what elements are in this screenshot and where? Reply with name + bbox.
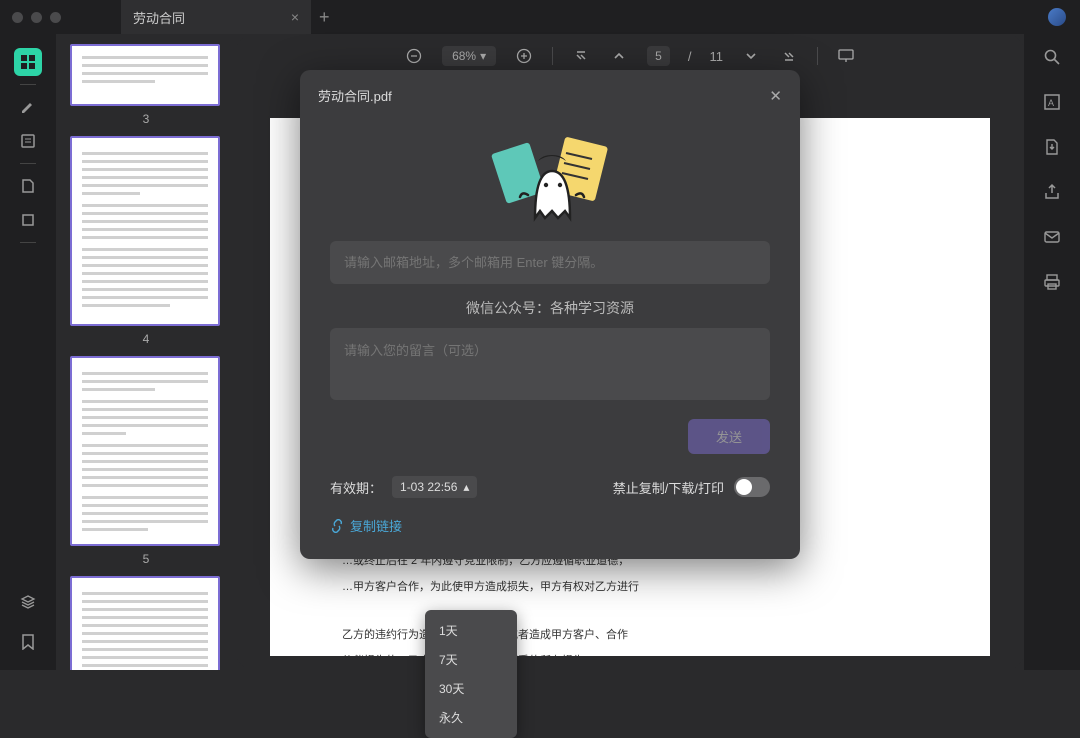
highlight-icon[interactable] <box>14 93 42 121</box>
document-tab[interactable]: 劳动合同 × <box>121 0 311 34</box>
email-input[interactable] <box>330 241 770 284</box>
zoom-out-icon[interactable] <box>404 48 424 64</box>
dialog-illustration <box>300 123 800 223</box>
print-icon[interactable] <box>1043 273 1061 296</box>
expiry-label: 有效期： <box>330 478 382 497</box>
next-page-icon[interactable] <box>741 50 761 62</box>
dialog-title: 劳动合同.pdf <box>318 86 392 105</box>
body-text: 伙伴损失的，乙方应当赔偿因此所遭受的所有损失。 <box>320 650 940 656</box>
page-total: 11 <box>709 49 723 64</box>
restrict-label: 禁止复制/下载/打印 <box>613 478 724 497</box>
expiry-dropdown: 1天 7天 30天 永久 <box>425 610 517 738</box>
share-dialog: 劳动合同.pdf ✕ 微信公众号：各种学习资源 发送 有效期： <box>300 70 800 559</box>
restrict-toggle[interactable] <box>734 477 770 497</box>
chevron-down-icon: ▾ <box>480 49 486 63</box>
traffic-max[interactable] <box>50 12 61 23</box>
traffic-min[interactable] <box>31 12 42 23</box>
prev-page-icon[interactable] <box>609 50 629 62</box>
bookmark-icon[interactable] <box>14 628 42 656</box>
chevron-up-icon: ▴ <box>463 480 469 494</box>
export-icon[interactable] <box>1043 138 1061 161</box>
thumbnail-number: 4 <box>70 332 222 346</box>
expiry-value: 1-03 22:56 <box>400 480 457 494</box>
window-controls <box>12 12 61 23</box>
right-sidebar: A <box>1024 34 1080 670</box>
title-bar: 劳动合同 × + <box>0 0 1080 34</box>
first-page-icon[interactable] <box>571 49 591 63</box>
close-tab-icon[interactable]: × <box>291 9 299 25</box>
thumbnail-item[interactable]: 5 <box>70 356 222 566</box>
copy-link-button[interactable]: 复制链接 <box>330 516 770 535</box>
layers-icon[interactable] <box>14 588 42 616</box>
thumbnail-number: 3 <box>70 112 222 126</box>
share-icon[interactable] <box>1043 183 1061 206</box>
ocr-icon[interactable]: A <box>1043 93 1061 116</box>
present-icon[interactable] <box>836 49 856 63</box>
body-text: 乙方的违约行为造成甲方损失的，或者造成甲方客户、合作 <box>320 624 940 646</box>
zoom-select[interactable]: 68% ▾ <box>442 46 496 66</box>
new-tab-button[interactable]: + <box>319 7 330 28</box>
thumbnail-panel[interactable]: 3 4 5 <box>56 34 236 670</box>
note-icon[interactable] <box>14 127 42 155</box>
zoom-in-icon[interactable] <box>514 48 534 64</box>
expiry-option[interactable]: 1天 <box>425 616 517 645</box>
zoom-value: 68% <box>452 49 476 63</box>
expiry-option[interactable]: 30天 <box>425 674 517 703</box>
copy-link-label: 复制链接 <box>350 516 402 535</box>
body-text: …甲方客户合作，为此使甲方造成损失，甲方有权对乙方进行 <box>320 576 940 598</box>
thumbnail-item[interactable]: 3 <box>70 44 222 126</box>
last-page-icon[interactable] <box>779 49 799 63</box>
thumbnail-number: 5 <box>70 552 222 566</box>
traffic-close[interactable] <box>12 12 23 23</box>
send-button[interactable]: 发送 <box>688 419 770 454</box>
thumbnail-item[interactable]: 4 <box>70 136 222 346</box>
mail-icon[interactable] <box>1043 228 1061 251</box>
avatar[interactable] <box>1048 8 1066 26</box>
svg-text:A: A <box>1048 98 1054 108</box>
page-input[interactable]: 5 <box>647 46 670 66</box>
crop-icon[interactable] <box>14 206 42 234</box>
search-icon[interactable] <box>1043 48 1061 71</box>
expiry-option[interactable]: 永久 <box>425 703 517 732</box>
thumbnails-icon[interactable] <box>14 48 42 76</box>
message-textarea[interactable] <box>330 328 770 400</box>
thumbnail-item[interactable] <box>70 576 222 670</box>
tab-title: 劳动合同 <box>133 8 185 27</box>
file-icon[interactable] <box>14 172 42 200</box>
left-sidebar <box>0 34 56 670</box>
expiry-select[interactable]: 1-03 22:56 ▴ <box>392 476 477 498</box>
close-icon[interactable]: ✕ <box>769 87 782 105</box>
wechat-note: 微信公众号：各种学习资源 <box>330 288 770 328</box>
page-sep: / <box>688 49 692 64</box>
